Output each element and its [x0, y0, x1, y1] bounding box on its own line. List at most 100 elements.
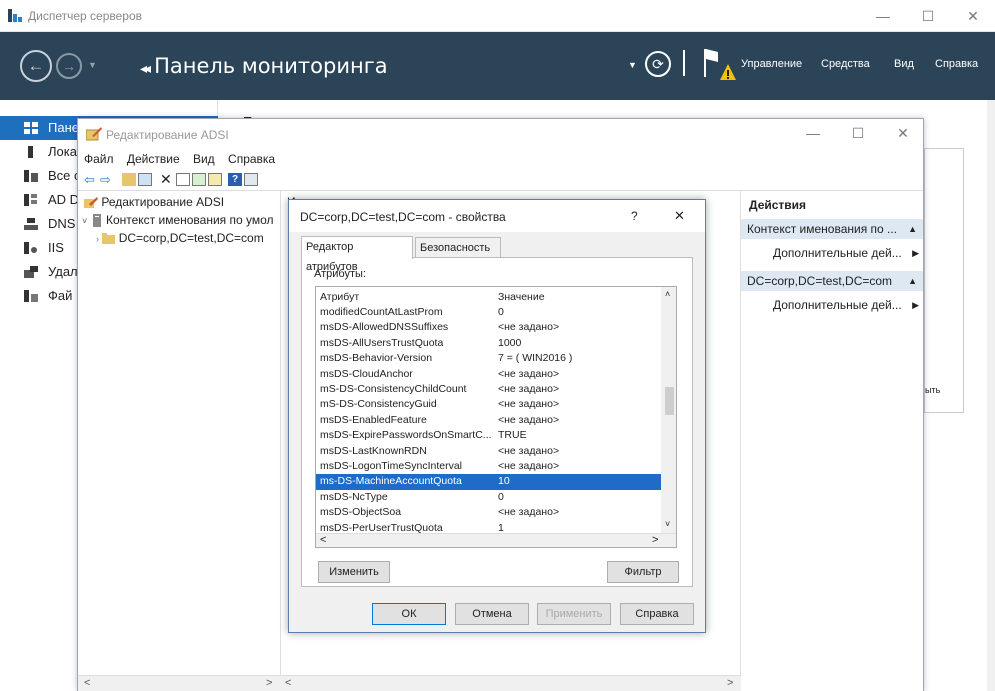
back-arrow-icon[interactable]: ⇦	[84, 173, 98, 186]
attribute-name: msDS-AllUsersTrustQuota	[320, 336, 444, 349]
delete-icon[interactable]: ✕	[160, 172, 174, 186]
nav-label: Лока	[48, 144, 77, 159]
tree-domain[interactable]: › DC=corp,DC=test,DC=com	[96, 229, 264, 247]
scroll-right-icon[interactable]: >	[652, 534, 658, 546]
list-scroll-thumb[interactable]	[665, 387, 674, 415]
refresh-list-icon[interactable]	[192, 173, 206, 186]
column-header-attribute[interactable]: Атрибут	[320, 290, 492, 305]
scroll-right-icon[interactable]: >	[266, 676, 272, 691]
apply-button[interactable]: Применить	[537, 603, 611, 625]
scroll-up-icon[interactable]: ˄	[665, 289, 670, 299]
properties-dialog: DC=corp,DC=test,DC=com - свойства ? ✕ Ре…	[288, 199, 706, 633]
table-row[interactable]: mS-DS-ConsistencyChildCount <не задано>	[316, 382, 661, 397]
back-button[interactable]: ←	[20, 50, 52, 82]
forward-button[interactable]: →	[56, 53, 82, 79]
show-hide-tree-icon[interactable]	[138, 173, 152, 186]
maximize-icon[interactable]: ☐	[913, 6, 943, 26]
dashboard-scrollbar[interactable]	[987, 100, 995, 691]
close-icon[interactable]: ✕	[958, 6, 988, 26]
menu-manage[interactable]: Управление	[741, 58, 802, 70]
table-row[interactable]: mS-DS-ConsistencyGuid <не задано>	[316, 397, 661, 412]
minimize-icon[interactable]: —	[868, 6, 898, 26]
adsi-menu-action[interactable]: Действие	[127, 152, 180, 166]
tab-security[interactable]: Безопасность	[415, 237, 501, 259]
page-title-text: Панель мониторинга	[154, 54, 388, 78]
attribute-value: <не задано>	[498, 321, 560, 334]
actions-more-2[interactable]: Дополнительные дей... ▶	[773, 295, 923, 315]
attribute-value: <не задано>	[498, 367, 560, 380]
menu-view[interactable]: Вид	[894, 58, 914, 70]
table-row[interactable]: msDS-AllowedDNSSuffixes <не задано>	[316, 320, 661, 335]
table-row[interactable]: msDS-LogonTimeSyncInterval <не задано>	[316, 459, 661, 474]
attribute-name: modifiedCountAtLastProm	[320, 306, 443, 318]
scroll-down-icon[interactable]: ˅	[665, 519, 670, 529]
refresh-icon[interactable]: ⟳	[645, 51, 671, 77]
table-row[interactable]: msDS-Behavior-Version 7 = ( WIN2016 )	[316, 351, 661, 366]
filter-button[interactable]: Фильтр	[607, 561, 679, 583]
adsi-app-icon	[86, 127, 102, 141]
table-row[interactable]: modifiedCountAtLastProm 0	[316, 305, 661, 320]
collapse-up-icon[interactable]: ▲	[908, 219, 917, 239]
table-row[interactable]: msDS-EnabledFeature <не задано>	[316, 413, 661, 428]
adsi-maximize-icon[interactable]: ☐	[843, 123, 873, 143]
tree-naming-context-label: Контекст именования по умол	[105, 213, 274, 227]
list-vertical-scrollbar[interactable]: ˄ ˅	[661, 287, 676, 534]
server-manager-titlebar: Диспетчер серверов — ☐ ✕	[0, 0, 995, 32]
dialog-close-icon[interactable]: ✕	[674, 208, 685, 224]
column-header-value[interactable]: Значение	[498, 290, 658, 305]
refresh-dropdown-icon[interactable]: ▼	[628, 60, 637, 70]
help-icon[interactable]: ?	[228, 173, 242, 186]
scroll-left-icon[interactable]: <	[285, 676, 291, 691]
nav-label: Все с	[48, 168, 81, 183]
attribute-value: TRUE	[498, 429, 527, 442]
table-row[interactable]: msDS-ExpirePasswordsOnSmartC... TRUE	[316, 428, 661, 443]
actions-more-1[interactable]: Дополнительные дей... ▶	[773, 243, 923, 263]
adsi-minimize-icon[interactable]: —	[798, 123, 828, 143]
tree-expanded-chevron-icon[interactable]: ˅	[82, 216, 87, 226]
table-row[interactable]: msDS-NcType 0	[316, 490, 661, 505]
scroll-left-icon[interactable]: <	[84, 676, 90, 691]
adsi-tree-pane: Редактирование ADSI ˅ Контекст именовани…	[78, 191, 281, 691]
actions-group-naming-context[interactable]: Контекст именования по ... ▲	[741, 219, 923, 239]
table-row[interactable]: msDS-AllUsersTrustQuota 1000	[316, 336, 661, 351]
attribute-value: <не задано>	[498, 460, 560, 472]
notifications-flag-icon[interactable]	[700, 46, 736, 82]
menu-tools[interactable]: Средства	[821, 58, 870, 70]
table-row[interactable]: msDS-LastKnownRDN <не задано>	[316, 444, 661, 459]
table-row[interactable]: msDS-CloudAnchor <не задано>	[316, 367, 661, 382]
edit-button[interactable]: Изменить	[318, 561, 390, 583]
menu-help[interactable]: Справка	[935, 58, 978, 70]
export-list-icon[interactable]	[208, 173, 222, 186]
adsi-close-icon[interactable]: ✕	[888, 123, 918, 143]
scroll-right-icon[interactable]: >	[727, 676, 733, 691]
adsi-menu-file[interactable]: Файл	[84, 152, 114, 166]
content-horizontal-scrollbar[interactable]: < >	[281, 675, 741, 691]
server-manager-header: ← → ▼ ◂◂ Панель мониторинга ▼ ⟳ Управлени…	[0, 32, 995, 100]
dialog-help-icon[interactable]: ?	[631, 209, 638, 223]
tab-attribute-editor[interactable]: Редактор атрибутов	[301, 236, 413, 273]
scroll-left-icon[interactable]: <	[320, 534, 326, 546]
console-view-icon[interactable]	[244, 173, 258, 186]
history-dropdown-icon[interactable]: ▼	[88, 60, 97, 70]
ok-button[interactable]: ОК	[372, 603, 446, 625]
cancel-button[interactable]: Отмена	[455, 603, 529, 625]
actions-more-label: Дополнительные дей...	[773, 298, 902, 312]
list-horizontal-scrollbar[interactable]: < >	[316, 533, 676, 547]
adsi-menu-help[interactable]: Справка	[228, 152, 275, 166]
adsi-menu-view[interactable]: Вид	[193, 152, 215, 166]
tree-root[interactable]: Редактирование ADSI	[84, 193, 224, 211]
up-folder-icon[interactable]	[122, 173, 136, 186]
tree-naming-context[interactable]: ˅ Контекст именования по умол	[82, 211, 281, 229]
properties-icon[interactable]	[176, 173, 190, 186]
table-row[interactable]: msDS-ObjectSoa <не задано>	[316, 505, 661, 520]
dialog-help-button[interactable]: Справка	[620, 603, 694, 625]
nav-label: Удал	[48, 264, 78, 279]
adsi-menubar: Файл Действие Вид Справка	[78, 149, 923, 169]
collapse-up-icon[interactable]: ▲	[908, 271, 917, 291]
forward-arrow-icon[interactable]: ⇨	[100, 173, 114, 186]
actions-group-domain[interactable]: DC=corp,DC=test,DC=com ▲	[741, 271, 923, 291]
attribute-name: mS-DS-ConsistencyChildCount	[320, 383, 467, 395]
table-row[interactable]: ms-DS-MachineAccountQuota 10	[316, 474, 661, 490]
tree-collapsed-chevron-icon[interactable]: ›	[96, 234, 99, 244]
tree-horizontal-scrollbar[interactable]: < >	[78, 675, 281, 691]
